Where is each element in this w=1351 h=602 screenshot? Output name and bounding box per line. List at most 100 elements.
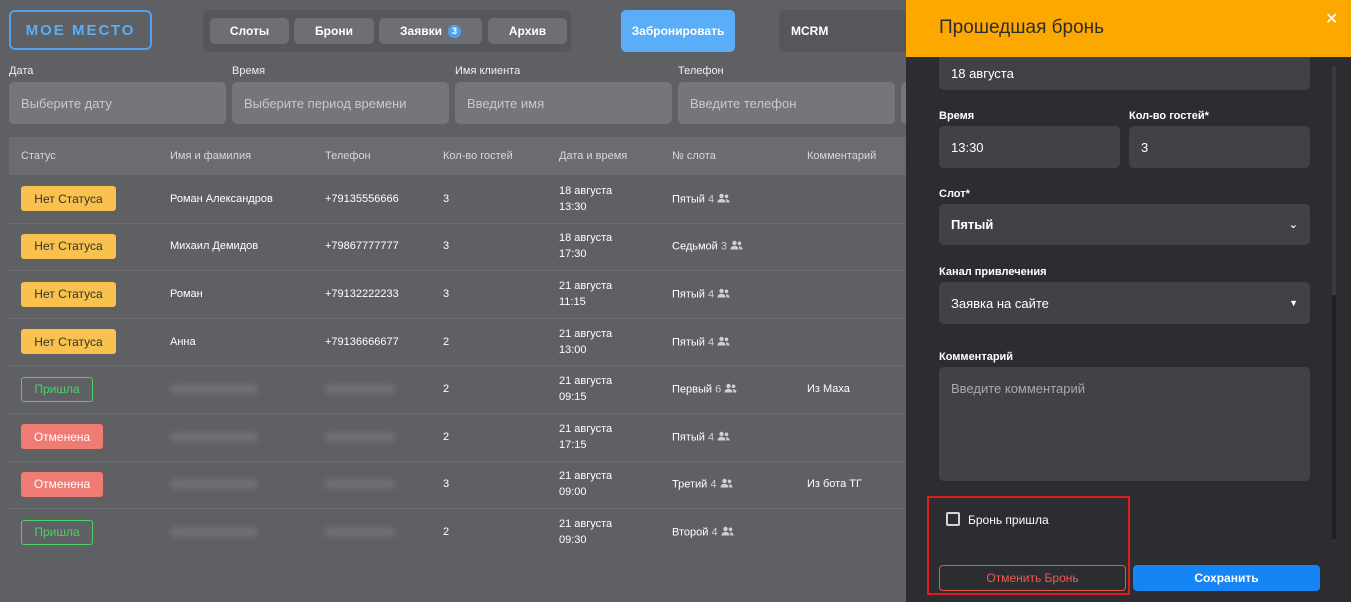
col-datetime[interactable]: Дата и время (559, 150, 627, 162)
guest-count: 2 (443, 526, 450, 538)
time-filter-label: Время (232, 65, 266, 77)
col-guests[interactable]: Кол-во гостей (443, 150, 513, 162)
client-name-blurred (170, 384, 258, 395)
col-name[interactable]: Имя и фамилия (170, 150, 251, 162)
booking-date: 18 августа (559, 232, 613, 245)
slot-capacity: 3 (720, 240, 727, 253)
booking-time: 13:30 (559, 200, 587, 213)
row-divider (9, 508, 906, 510)
status-badge[interactable]: Нет Статуса (21, 186, 116, 212)
guests-icon (717, 336, 730, 349)
client-filter-input[interactable]: Введите имя (455, 82, 672, 124)
channel-label: Канал привлечения (939, 266, 1047, 278)
col-comment[interactable]: Комментарий (807, 150, 876, 162)
client-name: Роман Александров (170, 192, 273, 205)
slot-label: Слот* (939, 188, 970, 200)
guests-icon (720, 478, 733, 491)
close-icon[interactable]: ✕ (1325, 9, 1338, 29)
status-badge[interactable]: Отменена (21, 424, 103, 450)
booking-time: 09:15 (559, 391, 587, 404)
slot-select[interactable]: Пятый ⌄ (939, 204, 1310, 245)
tab-label: Брони (315, 24, 353, 38)
comment-textarea[interactable]: Введите комментарий (939, 367, 1310, 481)
slot-name: Седьмой (672, 240, 718, 253)
col-slot[interactable]: № слота (672, 150, 716, 162)
client-name-blurred (170, 527, 258, 537)
client-phone: +79135556666 (325, 192, 399, 205)
dropdown-arrow-icon: ▼ (1289, 298, 1298, 308)
status-badge[interactable]: Пришла (21, 376, 93, 402)
slot-name: Пятый (672, 336, 705, 348)
tab-slots[interactable]: Слоты (210, 18, 289, 44)
comment-label: Комментарий (939, 351, 1014, 363)
row-divider (9, 317, 906, 319)
booking-time: 09:00 (559, 486, 587, 499)
date-filter-label: Дата (9, 65, 34, 77)
row-divider (9, 222, 906, 224)
client-name: Анна (170, 335, 196, 348)
client-name: Михаил Демидов (170, 240, 259, 253)
guest-count: 2 (443, 335, 450, 348)
tab-requests[interactable]: Заявки 3 (379, 18, 482, 44)
col-status[interactable]: Статус (21, 150, 56, 162)
col-phone[interactable]: Телефон (325, 150, 371, 162)
booking-date: 21 августа (559, 422, 613, 435)
slot-cell: Седьмой 3 (672, 240, 743, 253)
tab-label: Заявки (400, 24, 442, 38)
status-badge[interactable]: Отменена (21, 471, 103, 497)
panel-scrollbar-thumb[interactable] (1332, 295, 1336, 540)
app-logo[interactable]: МОЕ МЕСТО (9, 10, 152, 50)
client-filter-label: Имя клиента (455, 65, 521, 77)
tab-archive[interactable]: Архив (488, 18, 567, 44)
slot-cell: Первый 6 (672, 383, 737, 396)
guests-icon (730, 240, 743, 253)
time-field[interactable]: 13:30 (939, 126, 1120, 168)
slot-cell: Пятый 4 (672, 431, 730, 444)
channel-select[interactable]: Заявка на сайте ▼ (939, 282, 1310, 324)
arrived-checkbox-label[interactable]: Бронь пришла (968, 513, 1049, 527)
client-phone-blurred (325, 384, 395, 395)
client-phone: +79132222233 (325, 288, 399, 300)
slot-name: Второй (672, 526, 709, 539)
guests-field[interactable]: 3 (1129, 126, 1310, 168)
guests-label: Кол-во гостей* (1129, 110, 1209, 122)
cancel-booking-button[interactable]: Отменить Бронь (939, 565, 1126, 591)
save-button[interactable]: Сохранить (1133, 565, 1320, 591)
slot-capacity: 4 (708, 193, 715, 206)
booking-comment: Из Маха (807, 383, 850, 396)
date-field[interactable]: 18 августа (939, 57, 1310, 90)
booking-time: 09:30 (559, 534, 587, 546)
status-badge[interactable]: Нет Статуса (21, 233, 116, 259)
status-badge[interactable]: Пришла (21, 519, 93, 545)
phone-filter-input[interactable]: Введите телефон (678, 82, 895, 124)
booking-time: 11:15 (559, 296, 586, 308)
slot-capacity: 4 (708, 431, 715, 444)
tab-label: Архив (508, 24, 547, 38)
guest-count: 2 (443, 383, 450, 396)
book-button[interactable]: Забронировать (621, 10, 735, 52)
slot-name: Первый (672, 383, 713, 396)
channel-value: Заявка на сайте (951, 295, 1049, 311)
panel-title: Прошедшая бронь (939, 17, 1105, 38)
guest-count: 2 (443, 430, 450, 443)
row-divider (9, 460, 906, 462)
booking-date: 21 августа (559, 280, 613, 292)
slot-capacity: 6 (715, 383, 722, 396)
date-filter-input[interactable]: Выберите дату (9, 82, 226, 124)
slot-cell: Пятый 4 (672, 193, 730, 206)
row-divider (9, 365, 906, 367)
status-badge[interactable]: Нет Статуса (21, 329, 116, 355)
slot-cell: Третий 4 (672, 478, 733, 491)
booking-time: 13:00 (559, 343, 587, 356)
arrived-checkbox[interactable] (946, 512, 960, 526)
status-badge[interactable]: Нет Статуса (21, 281, 116, 307)
time-filter-input[interactable]: Выберите период времени (232, 82, 449, 124)
guests-icon (717, 288, 730, 301)
guests-icon (721, 526, 734, 539)
booking-date: 21 августа (559, 518, 613, 530)
booking-time: 17:30 (559, 248, 587, 261)
slot-capacity: 4 (710, 478, 717, 491)
crm-selector[interactable]: MCRM (779, 10, 909, 52)
booking-date: 18 августа (559, 184, 613, 197)
tab-bookings[interactable]: Брони (294, 18, 374, 44)
